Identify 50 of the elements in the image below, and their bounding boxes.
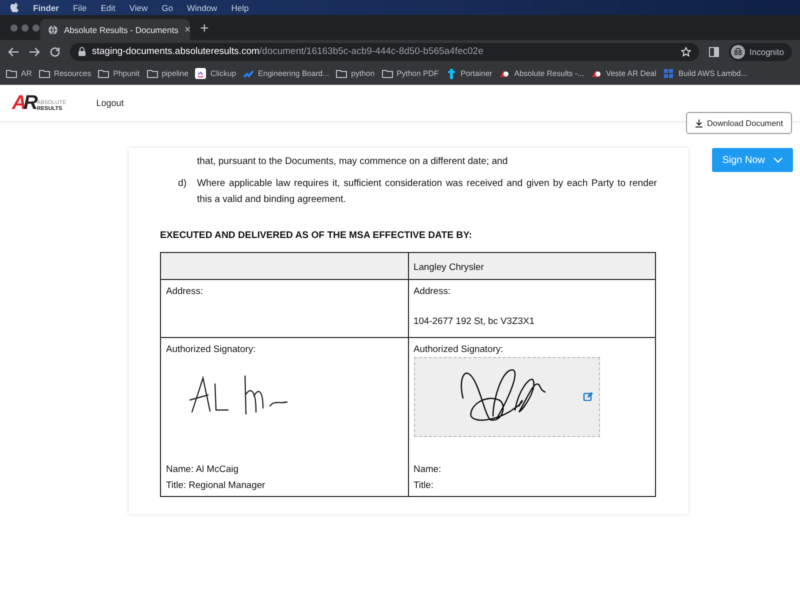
- star-icon[interactable]: [680, 46, 690, 56]
- menu-item[interactable]: Window: [186, 2, 218, 12]
- url-path: /document/16163b5c-acb9-444c-8d50-b565a4fec02e: [259, 46, 484, 57]
- paragraph: that, pursuant to the Documents, may commence on a different date; and: [197, 155, 509, 169]
- signatory-detail: Name: Al McCaig: [166, 463, 240, 474]
- folder-icon: [382, 68, 393, 79]
- lock-icon: [78, 47, 86, 56]
- field-label: Address:: [166, 285, 203, 296]
- folder-icon: [98, 68, 110, 79]
- field-label: Authorized Signatory:: [166, 343, 256, 354]
- incognito-icon: [730, 44, 744, 58]
- section-heading: EXECUTED AND DELIVERED AS OF THE MSA EFFECTIVE DATE BY:: [160, 230, 473, 241]
- download-icon: [694, 118, 703, 128]
- window-controls-drawing[interactable]: [10, 24, 40, 32]
- field-label: Authorized Signatory:: [414, 343, 504, 354]
- signatory-detail: Title:: [414, 479, 434, 490]
- menu-item[interactable]: Edit: [100, 2, 116, 12]
- list-marker: d): [178, 177, 188, 191]
- folder-icon: [146, 68, 158, 79]
- menu-item[interactable]: Finder: [33, 2, 59, 12]
- signatory-detail: Name:: [414, 463, 442, 474]
- folder-icon: [6, 68, 17, 79]
- globe-icon: [48, 24, 58, 34]
- back-icon[interactable]: [8, 46, 19, 56]
- chevron-down-icon: [773, 157, 783, 163]
- profile-button[interactable]: Incognito: [728, 42, 792, 60]
- folder-icon: [38, 68, 50, 79]
- reload-icon[interactable]: [50, 46, 60, 56]
- field-label: Address:: [414, 285, 450, 296]
- address-bar[interactable]: staging-documents.absoluteresults.com/document/16163b5c-acb9-444c-8d50-b565a4fec02e: [70, 42, 698, 60]
- url-text: staging-documents.absoluteresults.com: [92, 46, 260, 57]
- folder-icon: [336, 68, 348, 79]
- menu-item[interactable]: Go: [162, 2, 173, 12]
- logout-link[interactable]: Logout: [96, 98, 124, 108]
- menu-item[interactable]: File: [72, 2, 87, 12]
- tab-close-button[interactable]: ×: [184, 24, 191, 36]
- address-value: 104-2677 192 St, bc V3Z3X1: [414, 315, 536, 326]
- new-tab-button[interactable]: +: [200, 20, 209, 37]
- menu-item[interactable]: View: [129, 2, 148, 12]
- paragraph: Where applicable law requires it, sufficient consideration was received and given by each Party to render this a valid and binding agreement.: [197, 177, 657, 207]
- apple-icon: [10, 2, 19, 13]
- download-button[interactable]: Download Document: [686, 112, 792, 134]
- browser-tab[interactable]: Absolute Results - Documents ×: [40, 19, 190, 40]
- signatory-detail: Title: Regional Manager: [166, 479, 266, 490]
- forward-icon[interactable]: [29, 46, 40, 56]
- menu-item[interactable]: Help: [231, 2, 249, 12]
- edit-icon[interactable]: [582, 391, 592, 401]
- sidebar-icon[interactable]: [708, 46, 718, 56]
- tab-title: Absolute Results - Documents: [64, 24, 178, 34]
- party-name: Langley Chrysler: [414, 260, 484, 272]
